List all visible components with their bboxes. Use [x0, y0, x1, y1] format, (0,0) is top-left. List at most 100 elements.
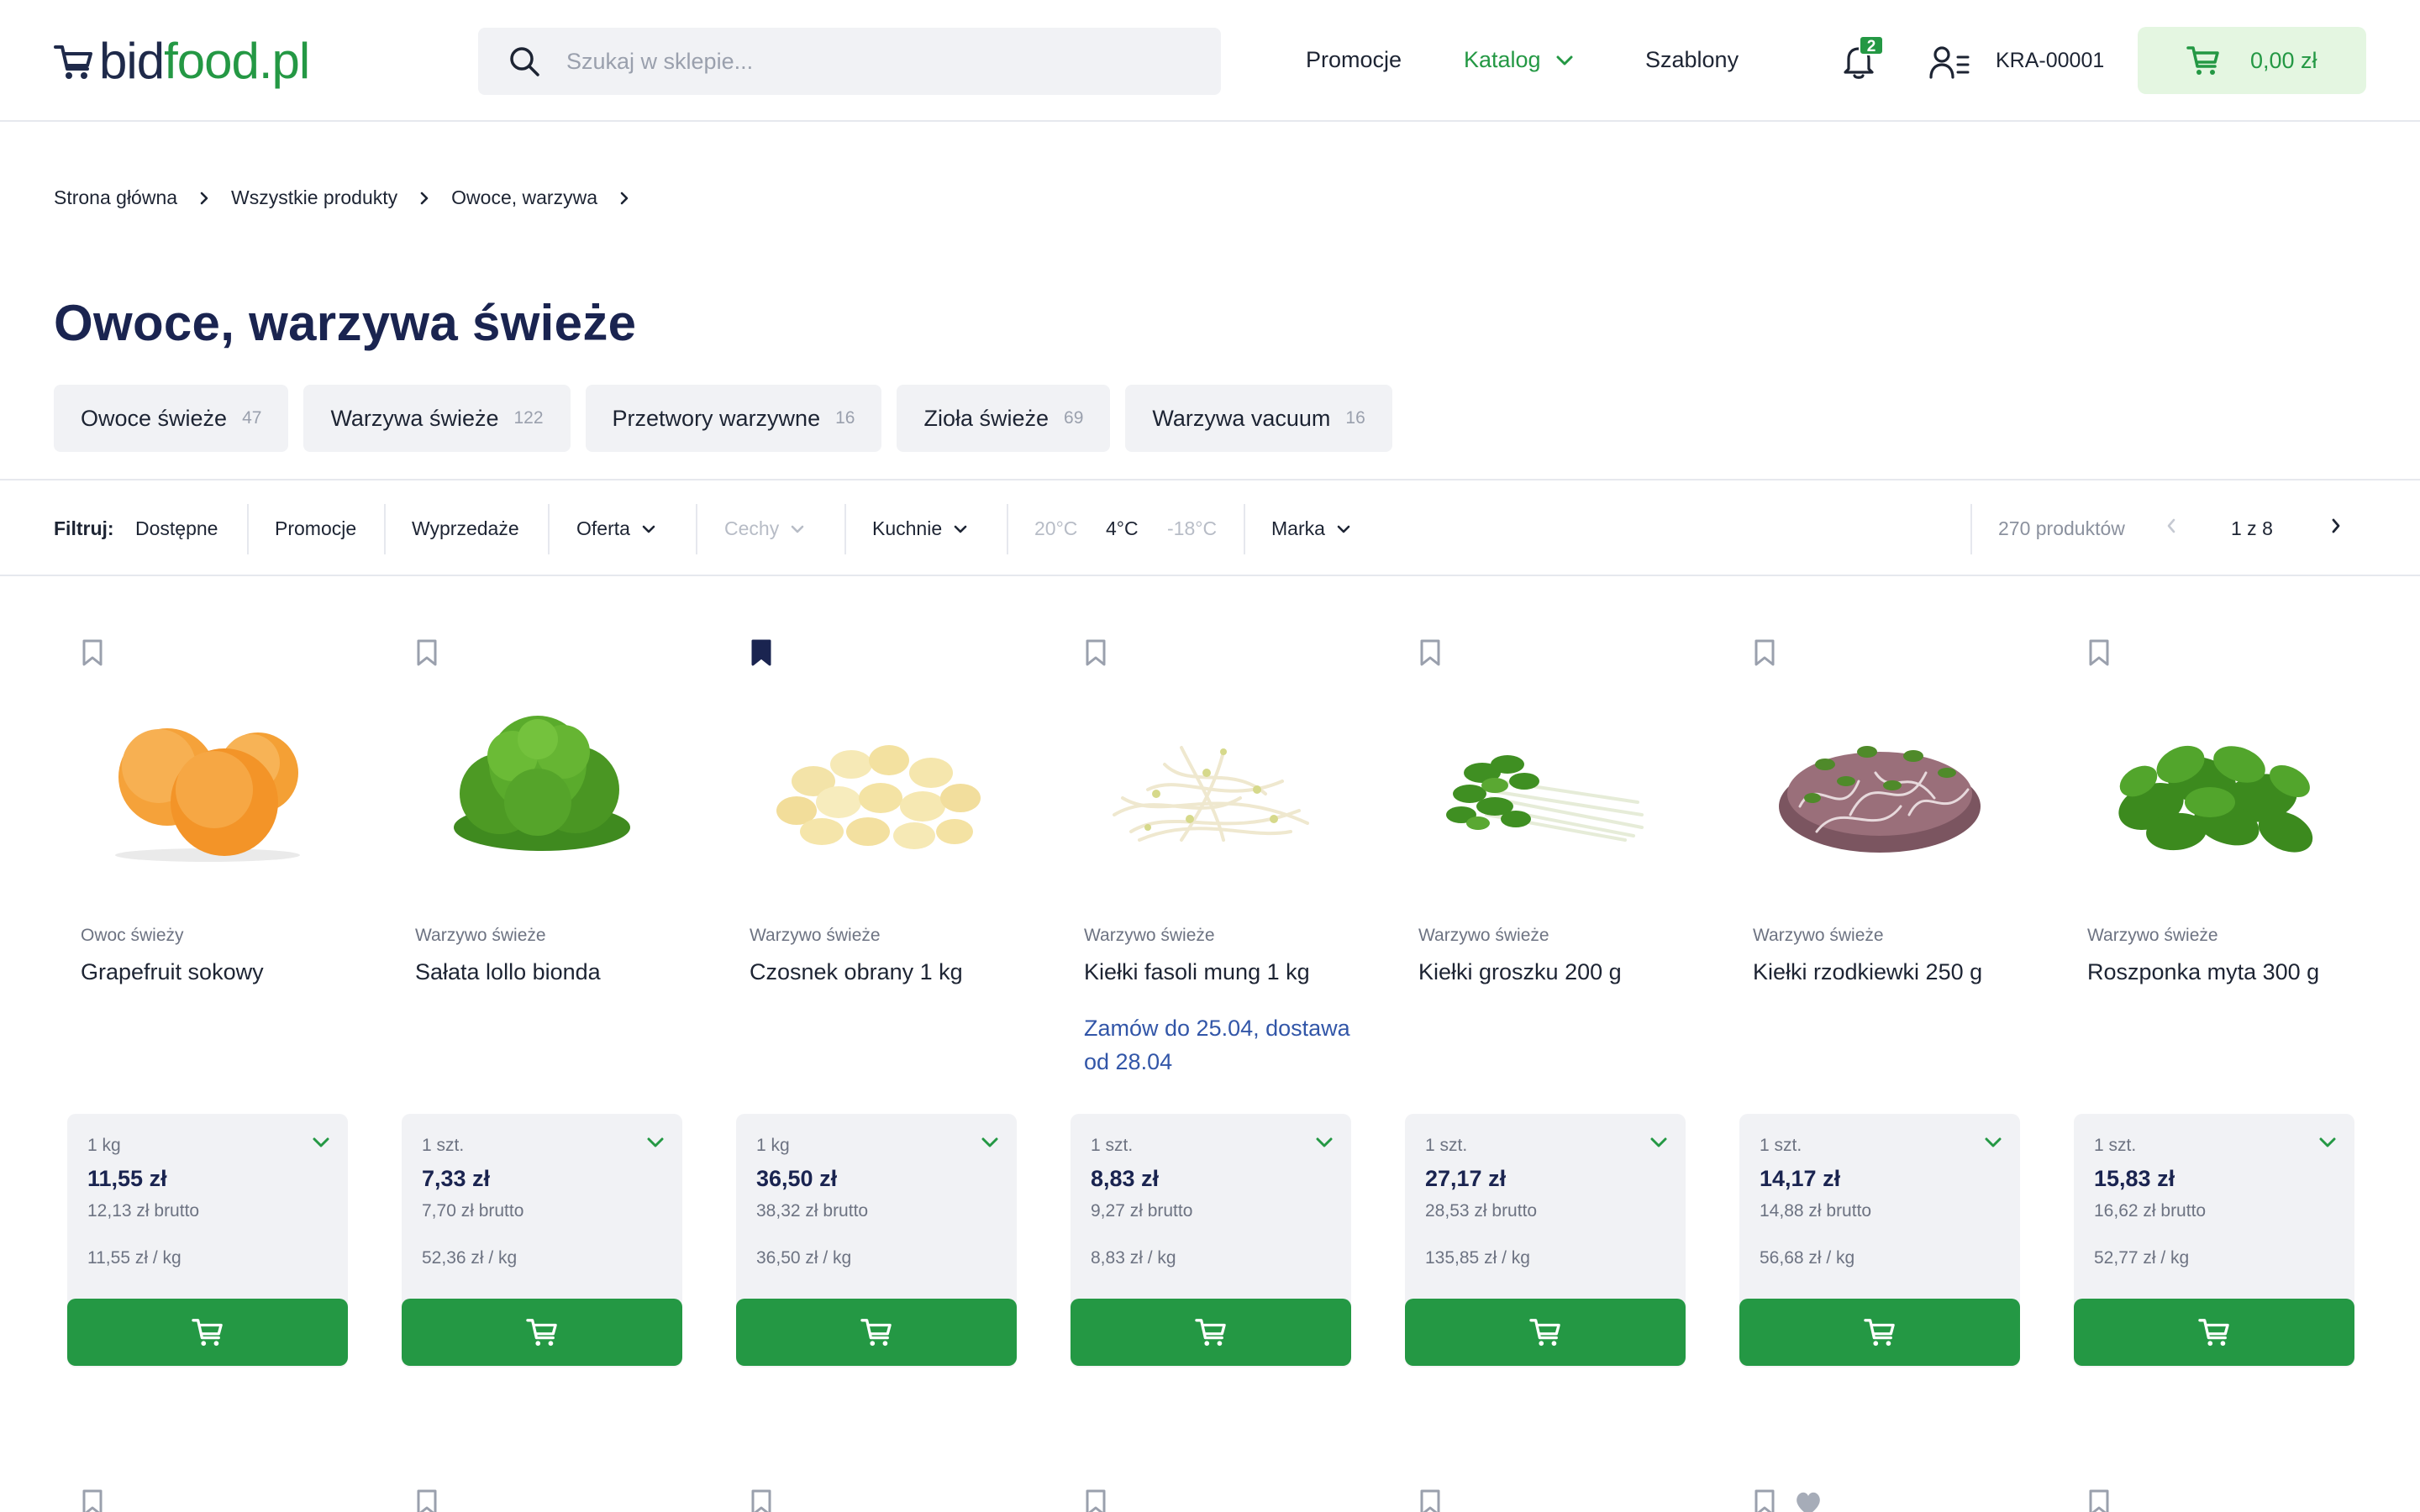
price-per-unit: 52,36 zł / kg: [422, 1248, 518, 1268]
filter-promotions[interactable]: Promocje: [275, 517, 356, 540]
product-card[interactable]: Warzywo świeże Kiełki groszku 200 g 1 sz…: [1405, 638, 1686, 1394]
account-code[interactable]: KRA-00001: [1996, 49, 2104, 73]
bookmark-filled-icon[interactable]: [750, 638, 773, 667]
filter-kitchens-dropdown[interactable]: Kuchnie: [872, 517, 967, 540]
bookmark-icon[interactable]: [1418, 638, 1442, 667]
filter-features-dropdown[interactable]: Cechy: [724, 517, 804, 540]
chevron-down-icon[interactable]: [981, 1137, 998, 1147]
heart-icon[interactable]: [1793, 1488, 1823, 1512]
product-category: Owoc świeży: [81, 926, 184, 945]
product-name[interactable]: Kiełki rzodkiewki 250 g: [1753, 959, 1982, 985]
product-name[interactable]: Kiełki groszku 200 g: [1418, 959, 1622, 985]
filter-sales[interactable]: Wyprzedaże: [412, 517, 519, 540]
pager-prev-icon[interactable]: [2166, 517, 2176, 534]
bookmark-icon[interactable]: [2087, 1488, 2111, 1512]
product-card[interactable]: Warzywo świeże Kiełki fasoli mung 1 kg Z…: [1071, 638, 1351, 1394]
bookmark-icon[interactable]: [1753, 1488, 1776, 1512]
bookmark-icon[interactable]: [81, 1488, 104, 1512]
breadcrumb-all-products[interactable]: Wszystkie produkty: [231, 186, 397, 209]
bookmark-icon[interactable]: [415, 638, 439, 667]
bookmark-icon[interactable]: [1084, 1488, 1107, 1512]
product-image-grapefruit[interactable]: [86, 697, 329, 874]
filter-offer-dropdown[interactable]: Oferta: [576, 517, 655, 540]
nav-szablony[interactable]: Szablony: [1645, 47, 1739, 73]
product-name[interactable]: Czosnek obrany 1 kg: [750, 959, 963, 985]
filter-label: Filtruj:: [54, 517, 114, 539]
add-to-cart-button[interactable]: [2074, 1299, 2354, 1366]
chevron-down-icon[interactable]: [313, 1137, 329, 1147]
chevron-down-icon[interactable]: [1985, 1137, 2002, 1147]
breadcrumb: Strona główna Wszystkie produkty Owoce, …: [54, 186, 651, 209]
filter-brand-dropdown[interactable]: Marka: [1271, 517, 1350, 540]
bookmark-icon[interactable]: [1084, 638, 1107, 667]
nav-katalog[interactable]: Katalog: [1464, 47, 1573, 73]
bookmark-icon[interactable]: [415, 1488, 439, 1512]
product-card[interactable]: Warzywo świeże Kiełki rzodkiewki 250 g 1…: [1739, 638, 2020, 1394]
search-input[interactable]: [566, 48, 1155, 75]
unit-select[interactable]: 1 szt.: [1760, 1136, 1802, 1156]
category-chip[interactable]: Zioła świeże 69: [897, 385, 1111, 452]
add-to-cart-button[interactable]: [1071, 1299, 1351, 1366]
chip-count: 47: [242, 408, 262, 428]
chevron-down-icon[interactable]: [1650, 1137, 1667, 1147]
breadcrumb-home[interactable]: Strona główna: [54, 186, 177, 209]
nav-promocje[interactable]: Promocje: [1306, 47, 1402, 73]
category-chip[interactable]: Warzywa świeże 122: [303, 385, 571, 452]
price-per-unit: 36,50 zł / kg: [756, 1248, 852, 1268]
product-card[interactable]: Warzywo świeże Czosnek obrany 1 kg 1 kg …: [736, 638, 1017, 1394]
product-image-radish-sprouts[interactable]: [1758, 697, 2002, 874]
price-gross: 14,88 zł brutto: [1760, 1201, 1872, 1221]
search-icon[interactable]: [508, 45, 541, 78]
category-chip[interactable]: Owoce świeże 47: [54, 385, 289, 452]
unit-select[interactable]: 1 szt.: [1425, 1136, 1467, 1156]
unit-select[interactable]: 1 kg: [756, 1136, 790, 1156]
product-image-lettuce[interactable]: [420, 697, 664, 874]
add-to-cart-button[interactable]: [1405, 1299, 1686, 1366]
bookmark-icon[interactable]: [750, 1488, 773, 1512]
filter-temp-minus18[interactable]: -18°C: [1167, 517, 1217, 540]
filter-available[interactable]: Dostępne: [135, 517, 218, 540]
unit-select[interactable]: 1 szt.: [422, 1136, 464, 1156]
unit-select[interactable]: 1 szt.: [2094, 1136, 2136, 1156]
page-title: Owoce, warzywa świeże: [54, 295, 637, 351]
product-name[interactable]: Grapefruit sokowy: [81, 959, 264, 985]
chevron-down-icon[interactable]: [2319, 1137, 2336, 1147]
product-card[interactable]: Warzywo świeże Sałata lollo bionda 1 szt…: [402, 638, 682, 1394]
bookmark-icon[interactable]: [81, 638, 104, 667]
product-card[interactable]: Warzywo świeże Roszponka myta 300 g 1 sz…: [2074, 638, 2354, 1394]
category-chips: Owoce świeże 47 Warzywa świeże 122 Przetwo…: [54, 385, 1407, 452]
chevron-down-icon[interactable]: [1316, 1137, 1333, 1147]
bookmark-icon[interactable]: [1418, 1488, 1442, 1512]
user-menu-icon[interactable]: [1929, 45, 1970, 79]
product-name[interactable]: Roszponka myta 300 g: [2087, 959, 2319, 985]
filter-temp-20[interactable]: 20°C: [1034, 517, 1077, 540]
add-to-cart-button[interactable]: [736, 1299, 1017, 1366]
chevron-down-icon[interactable]: [647, 1137, 664, 1147]
logo[interactable]: bidfood.pl: [54, 32, 310, 91]
unit-select[interactable]: 1 szt.: [1091, 1136, 1133, 1156]
product-image-garlic[interactable]: [755, 697, 998, 874]
product-image-pea-sprouts[interactable]: [1423, 697, 1667, 874]
unit-select[interactable]: 1 kg: [87, 1136, 121, 1156]
product-card[interactable]: Owoc świeży Grapefruit sokowy 1 kg 11,55…: [67, 638, 348, 1394]
cart-button[interactable]: 0,00 zł: [2138, 27, 2366, 94]
product-name[interactable]: Kiełki fasoli mung 1 kg: [1084, 959, 1310, 985]
product-image-lambs-lettuce[interactable]: [2092, 697, 2336, 874]
category-chip[interactable]: Przetwory warzywne 16: [585, 385, 882, 452]
add-to-cart-button[interactable]: [67, 1299, 348, 1366]
add-to-cart-button[interactable]: [402, 1299, 682, 1366]
breadcrumb-fruits-vegetables[interactable]: Owoce, warzywa: [451, 186, 597, 209]
product-name[interactable]: Sałata lollo bionda: [415, 959, 601, 985]
filter-temp-4[interactable]: 4°C: [1106, 517, 1139, 540]
add-to-cart-button[interactable]: [1739, 1299, 2020, 1366]
chip-count: 16: [1345, 408, 1365, 428]
product-category: Warzywo świeże: [1753, 926, 1884, 945]
product-count: 270 produktów: [1998, 517, 2125, 539]
chevron-down-icon: [1337, 525, 1350, 533]
product-image-mung-sprouts[interactable]: [1089, 697, 1333, 874]
bookmark-icon[interactable]: [2087, 638, 2111, 667]
product-category: Warzywo świeże: [2087, 926, 2218, 945]
pager-next-icon[interactable]: [2331, 517, 2341, 534]
category-chip[interactable]: Warzywa vacuum 16: [1125, 385, 1392, 452]
bookmark-icon[interactable]: [1753, 638, 1776, 667]
